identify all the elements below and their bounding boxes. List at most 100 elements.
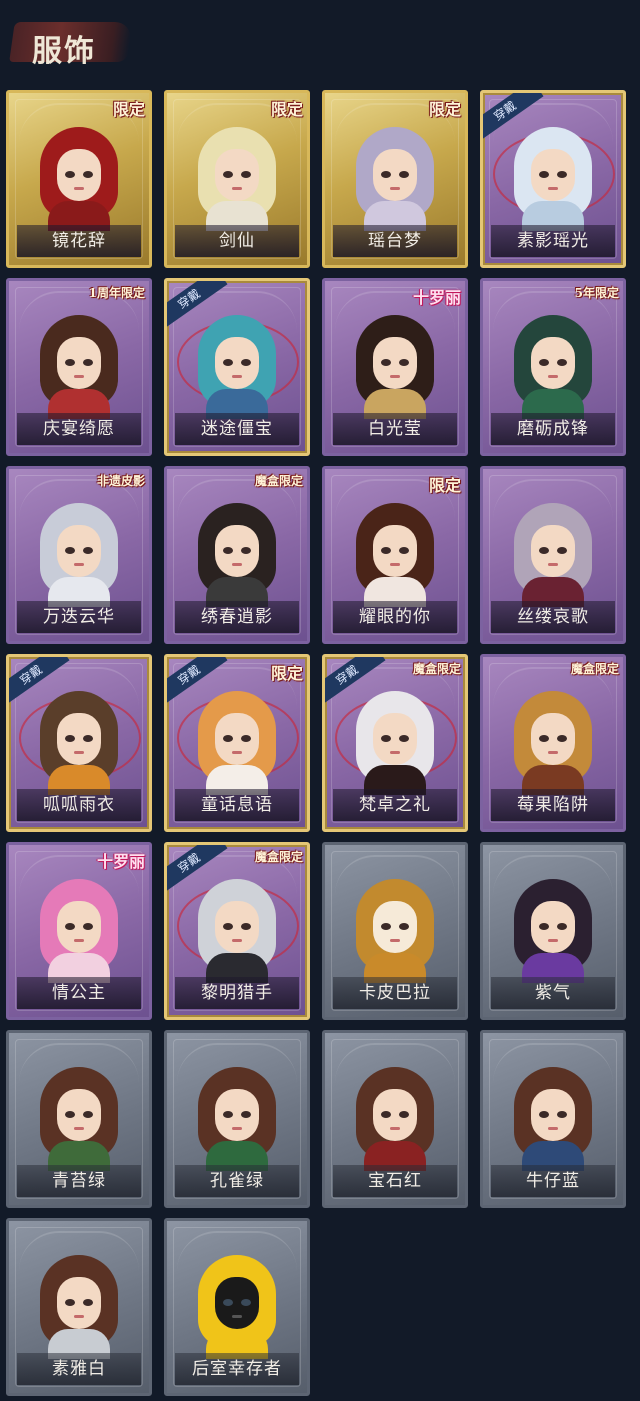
portrait-eye — [381, 359, 391, 366]
outfit-card[interactable]: 黎明猎手 魔盒限定 穿戴 — [164, 842, 310, 1020]
outfit-name: 孔雀绿 — [210, 1171, 264, 1191]
outfit-card[interactable]: 素雅白 — [6, 1218, 152, 1396]
outfit-card[interactable]: 瑶台梦 限定 — [322, 90, 468, 268]
portrait-eye — [557, 171, 567, 178]
outfit-card[interactable]: 庆宴绮愿 1周年限定 — [6, 278, 152, 456]
outfit-card[interactable]: 白光莹 十罗丽 — [322, 278, 468, 456]
portrait-eye — [557, 1111, 567, 1118]
outfit-card[interactable]: 磨砺成锋 5年限定 — [480, 278, 626, 456]
portrait-eye — [65, 1111, 75, 1118]
character-portrait — [514, 127, 592, 231]
portrait-eye — [399, 171, 409, 178]
outfit-name: 镜花辞 — [52, 231, 106, 251]
portrait-mouth — [390, 1127, 400, 1130]
outfit-name: 白光莹 — [368, 419, 422, 439]
outfit-card[interactable]: 情公主 十罗丽 — [6, 842, 152, 1020]
outfit-name: 青苔绿 — [52, 1171, 106, 1191]
portrait-eye — [399, 923, 409, 930]
character-portrait — [356, 879, 434, 983]
portrait-eye — [381, 171, 391, 178]
outfit-card[interactable]: 绣春逍影 魔盒限定 — [164, 466, 310, 644]
outfit-card[interactable]: 童话息语 限定 穿戴 — [164, 654, 310, 832]
portrait-eye — [223, 171, 233, 178]
limited-badge: 十罗丽 — [412, 288, 461, 307]
character-portrait — [198, 315, 276, 419]
portrait-face — [215, 713, 259, 765]
outfit-name: 后室幸存者 — [192, 1359, 282, 1379]
portrait-face — [373, 149, 417, 201]
portrait-mouth — [232, 187, 242, 190]
portrait-eye — [241, 359, 251, 366]
character-portrait — [40, 315, 118, 419]
outfit-name: 剑仙 — [219, 231, 255, 251]
outfit-card[interactable]: 剑仙 限定 — [164, 90, 310, 268]
outfit-name: 莓果陷阱 — [517, 795, 589, 815]
outfit-card[interactable]: 卡皮巴拉 — [322, 842, 468, 1020]
portrait-face — [531, 149, 575, 201]
portrait-mouth — [390, 751, 400, 754]
outfit-card[interactable]: 梵卓之礼 魔盒限定 穿戴 — [322, 654, 468, 832]
outfit-card[interactable]: 紫气 — [480, 842, 626, 1020]
portrait-eye — [65, 735, 75, 742]
outfit-name: 万迭云华 — [43, 607, 115, 627]
outfit-card[interactable]: 丝缕哀歌 — [480, 466, 626, 644]
portrait-eye — [223, 1111, 233, 1118]
portrait-eye — [381, 735, 391, 742]
portrait-eye — [83, 359, 93, 366]
outfit-card[interactable]: 万迭云华 非遗皮影 — [6, 466, 152, 644]
portrait-eye — [381, 923, 391, 930]
portrait-eye — [539, 923, 549, 930]
limited-badge: 魔盒限定 — [570, 662, 619, 676]
portrait-mouth — [390, 939, 400, 942]
outfit-name: 瑶台梦 — [368, 231, 422, 251]
portrait-eye — [381, 547, 391, 554]
portrait-eye — [381, 1111, 391, 1118]
portrait-mouth — [548, 187, 558, 190]
portrait-mouth — [232, 563, 242, 566]
portrait-mouth — [74, 1127, 84, 1130]
outfit-name: 梵卓之礼 — [359, 795, 431, 815]
portrait-mouth — [232, 939, 242, 942]
portrait-mouth — [548, 563, 558, 566]
outfit-card[interactable]: 镜花辞 限定 — [6, 90, 152, 268]
portrait-eye — [399, 359, 409, 366]
portrait-mouth — [548, 939, 558, 942]
portrait-eye — [83, 923, 93, 930]
character-portrait — [356, 691, 434, 795]
portrait-face — [57, 1089, 101, 1141]
portrait-face — [215, 525, 259, 577]
outfit-card[interactable]: 莓果陷阱 魔盒限定 — [480, 654, 626, 832]
portrait-mouth — [74, 187, 84, 190]
outfit-card[interactable]: 迷途僵宝 穿戴 — [164, 278, 310, 456]
character-portrait — [198, 691, 276, 795]
limited-badge: 限定 — [112, 100, 145, 119]
outfit-card[interactable]: 耀眼的你 限定 — [322, 466, 468, 644]
outfit-card[interactable]: 牛仔蓝 — [480, 1030, 626, 1208]
outfit-card[interactable]: 青苔绿 — [6, 1030, 152, 1208]
outfit-card[interactable]: 后室幸存者 — [164, 1218, 310, 1396]
outfit-card[interactable]: 呱呱雨衣 穿戴 — [6, 654, 152, 832]
portrait-mouth — [232, 1127, 242, 1130]
portrait-mouth — [74, 939, 84, 942]
portrait-face — [215, 149, 259, 201]
limited-badge: 魔盒限定 — [254, 474, 303, 488]
portrait-eye — [399, 547, 409, 554]
portrait-face — [373, 1089, 417, 1141]
portrait-eye — [557, 359, 567, 366]
outfit-card[interactable]: 素影瑶光 穿戴 — [480, 90, 626, 268]
portrait-face — [531, 525, 575, 577]
portrait-eye — [241, 1299, 251, 1306]
outfit-name: 紫气 — [535, 983, 571, 1003]
character-portrait — [40, 691, 118, 795]
portrait-face — [215, 901, 259, 953]
portrait-eye — [557, 547, 567, 554]
outfit-card[interactable]: 孔雀绿 — [164, 1030, 310, 1208]
portrait-eye — [241, 171, 251, 178]
outfit-name: 磨砺成锋 — [517, 419, 589, 439]
portrait-eye — [223, 923, 233, 930]
portrait-face — [373, 337, 417, 389]
portrait-face — [57, 1277, 101, 1329]
outfit-card[interactable]: 宝石红 — [322, 1030, 468, 1208]
limited-badge: 5年限定 — [574, 286, 619, 300]
outfit-grid: 镜花辞 限定 剑仙 限定 瑶台梦 限定 素影瑶光 穿戴 庆宴绮愿 1周年限定 迷途僵宝 穿戴 白光莹 十罗… — [0, 0, 640, 1401]
